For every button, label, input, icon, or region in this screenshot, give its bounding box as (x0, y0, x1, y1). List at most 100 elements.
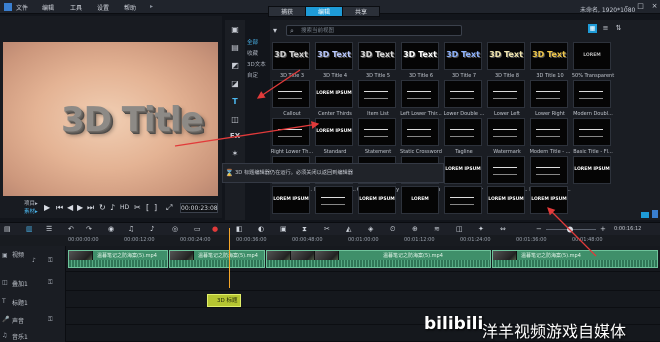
category-favorites[interactable]: 收藏 (247, 49, 258, 57)
cut-icon[interactable]: ✂ (324, 225, 330, 233)
preview-video[interactable]: 3D Title (3, 42, 218, 197)
title-tile[interactable]: Lower Right (530, 80, 568, 117)
hd-icon[interactable]: HD (120, 204, 129, 212)
tab-capture[interactable]: 捕获 (268, 6, 306, 17)
title-tile[interactable] (444, 186, 482, 216)
voice-track-icon[interactable]: 🎤 (2, 316, 9, 323)
menu-file[interactable]: 文件 (16, 3, 28, 12)
title-tile[interactable]: 3D Text 3D Title 8 (487, 42, 525, 79)
title-tile[interactable]: Item List (358, 80, 396, 117)
redo-icon[interactable]: ↷ (86, 225, 92, 233)
title-tile[interactable]: Modern Border... (529, 156, 571, 193)
voice-lock-icon[interactable]: ⚿ (48, 316, 53, 324)
video-clip-1[interactable]: 温暮笔记之防海案(5).mp4 (68, 250, 168, 268)
project-mode-label[interactable]: 项目▸ (24, 199, 38, 207)
title-tile[interactable]: LOREM (401, 186, 439, 216)
go-end-icon[interactable]: ⏭ (87, 204, 94, 212)
timeline-ruler[interactable]: 00:00:00:00 00:00:12:00 00:00:24:00 00:00:3… (0, 235, 660, 246)
minimize-icon[interactable]: – (622, 2, 631, 11)
category-custom[interactable]: 自定 (247, 71, 258, 79)
split-screen-icon[interactable]: ◧ (236, 225, 243, 233)
next-frame-icon[interactable]: ▶ (77, 204, 83, 212)
mark-out-icon[interactable]: ] (154, 204, 157, 212)
mask-icon[interactable]: ◐ (258, 225, 264, 233)
title-tile[interactable]: LOREM IPSUM (573, 156, 611, 186)
timecode-display[interactable]: 00:00:23:08 (180, 203, 218, 213)
title-tile[interactable]: 3D Text 3D Title 7 (444, 42, 482, 79)
clip-mode-label[interactable]: 素材▸ (24, 207, 38, 215)
effect-icon[interactable]: ✦ (478, 225, 484, 233)
title-tile[interactable]: LOREM IPSUMColor Title - Fly (444, 156, 483, 193)
mixer-icon[interactable]: ♫ (128, 225, 134, 233)
stop-motion-icon[interactable]: ▣ (280, 225, 287, 233)
undo-icon[interactable]: ↶ (68, 225, 74, 233)
list-view-icon[interactable]: ≡ (601, 24, 610, 33)
search-input[interactable]: ⌕ 搜索当前视图 (286, 25, 462, 36)
title-tile[interactable]: Lower Left (487, 80, 525, 117)
video-lane[interactable]: 温暮笔记之防海案(5).mp4 温暮笔记之防海案(5).mp4 温暮笔记之防海案… (66, 246, 660, 272)
menu-edit[interactable]: 编辑 (42, 3, 54, 12)
timeline-playhead[interactable] (229, 228, 230, 288)
3d-icon[interactable]: ◭ (346, 225, 351, 233)
title-tile[interactable]: 3D Text 3D Title 5 (358, 42, 396, 79)
title-tile[interactable]: Statement (358, 118, 396, 155)
speed-icon[interactable]: ⏲ (390, 225, 395, 233)
track-audio-icon[interactable]: ♪ (32, 257, 36, 264)
title-tile[interactable]: Watermark (487, 118, 525, 155)
title-tile[interactable]: 3D Text 3D Title 4 (315, 42, 353, 79)
menu-tools[interactable]: 工具 (70, 3, 82, 12)
record-icon[interactable]: ◉ (108, 225, 114, 233)
track-manager-icon[interactable]: ☰ (46, 225, 52, 233)
video-clip-3[interactable]: 温暮笔记之防海案(5).mp4 (266, 250, 491, 268)
multi-camera-icon[interactable]: ● (212, 225, 218, 233)
title-tile[interactable]: LOREM IPSUM Center Thirds (315, 80, 353, 117)
graphic-icon[interactable]: ◪ (229, 78, 241, 90)
title-track-icon[interactable]: T (2, 298, 6, 305)
thumb-size-icon[interactable] (641, 212, 649, 218)
title-tile[interactable]: Modern Title - ... (530, 118, 570, 155)
title-tile[interactable]: 3D Text 3D Title 3 (272, 42, 310, 79)
repeat-icon[interactable]: ↻ (99, 204, 106, 212)
timeline-view-icon[interactable]: ▥ (26, 225, 33, 233)
color-icon[interactable]: ◈ (368, 225, 373, 233)
title-tile[interactable]: LOREM IPSUM (272, 186, 310, 216)
close-icon[interactable]: × (650, 2, 659, 11)
overlay-lock-icon[interactable]: ⚿ (48, 279, 53, 287)
path-icon[interactable]: ✶ (229, 148, 241, 160)
enlarge-icon[interactable]: ⤢ (166, 204, 172, 212)
title-lane[interactable] (66, 291, 660, 308)
zoom-out-icon[interactable]: − (536, 225, 542, 233)
time-remap-icon[interactable]: ⧗ (302, 225, 307, 233)
play-icon[interactable]: ▶ (44, 204, 50, 212)
title-tile[interactable] (315, 186, 353, 216)
mark-in-icon[interactable]: [ (146, 204, 149, 212)
go-start-icon[interactable]: ⏮ (56, 204, 63, 212)
title-tile[interactable]: Callout (272, 80, 310, 117)
fit-icon[interactable]: ⇔ (500, 225, 506, 233)
track-visible-icon[interactable]: ▣ (2, 252, 8, 259)
title-tile[interactable]: LOREM IPSUM (530, 186, 568, 216)
music-track-icon[interactable]: ♫ (2, 332, 7, 339)
auto-music-icon[interactable]: ♪ (150, 225, 154, 233)
title-tile[interactable]: LOREM IPSUM (487, 186, 525, 216)
video-clip-2[interactable]: 温暮笔记之防海案(5).mp4 (169, 250, 265, 268)
prev-frame-icon[interactable]: ◀ (67, 204, 73, 212)
menu-help[interactable]: 帮助 (124, 3, 136, 12)
grid-view-icon[interactable]: ▦ (588, 24, 597, 33)
video-clip-4[interactable]: 温暮笔记之防海案(5).mp4 (492, 250, 658, 268)
title-tile[interactable]: Modern Doubl... (573, 80, 613, 117)
title-tile[interactable]: Basic Title - Fl... (573, 118, 613, 155)
category-3d-text[interactable]: 3D文本 (247, 60, 266, 68)
title-tile[interactable]: LOREM IPSUM Standard (315, 118, 353, 155)
volume-icon[interactable]: ♪ (110, 204, 115, 212)
menu-more-icon[interactable]: ▸ (150, 3, 153, 10)
title-tile[interactable]: Tagline (444, 118, 482, 155)
title-tile[interactable]: Lower Double ... (444, 80, 484, 117)
title-tile[interactable]: LOREM IPSUM (358, 186, 396, 216)
thumb-large-icon[interactable] (652, 210, 658, 218)
title-tile[interactable]: Right Lower Th... (271, 118, 313, 155)
title-icon[interactable]: T (229, 96, 241, 108)
tab-edit[interactable]: 编辑 (305, 6, 343, 17)
title-tile[interactable]: 3D Text 3D Title 10 (530, 42, 568, 79)
maximize-icon[interactable]: □ (636, 2, 645, 11)
